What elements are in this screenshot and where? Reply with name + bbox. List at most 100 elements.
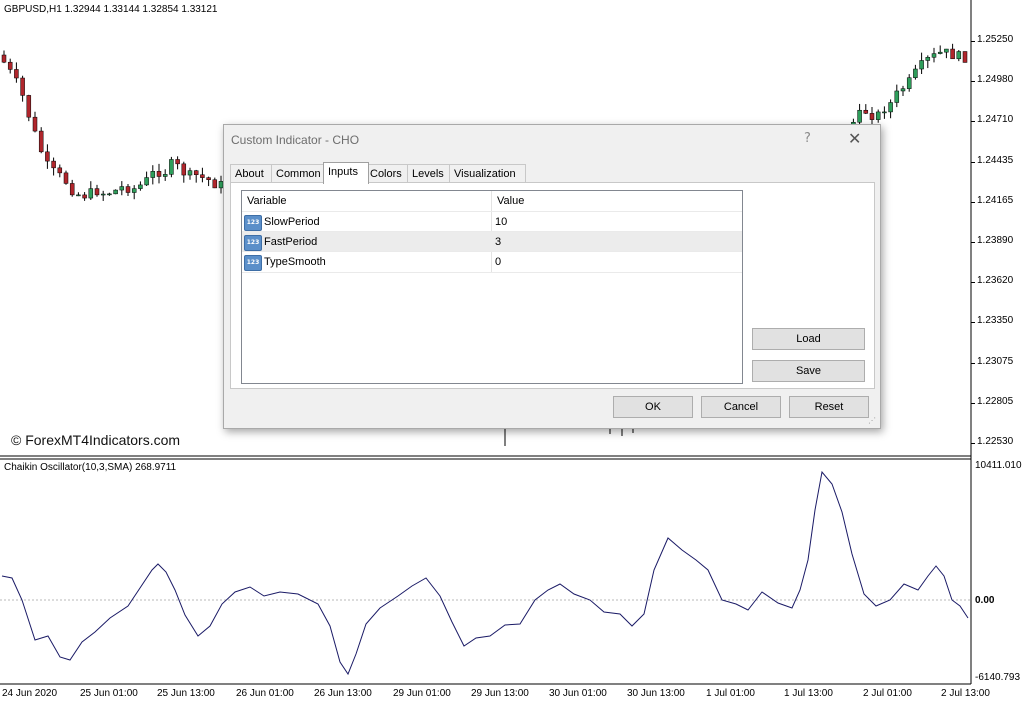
variable-name: TypeSmooth xyxy=(264,256,326,268)
candle-body xyxy=(200,174,205,178)
tab-common[interactable]: Common xyxy=(271,164,327,183)
candle-body xyxy=(882,111,887,114)
candle-body xyxy=(32,116,38,132)
tab-colors[interactable]: Colors xyxy=(365,164,411,183)
integer-type-icon: 123 xyxy=(244,215,262,231)
price-axis-tick xyxy=(971,443,975,444)
candle-body xyxy=(94,188,100,196)
price-axis-tick xyxy=(971,402,975,404)
tab-levels[interactable]: Levels xyxy=(407,164,453,183)
time-axis-label: 26 Jun 13:00 xyxy=(314,688,372,699)
indicator-header: Chaikin Oscillator(10,3,SMA) 268.9711 xyxy=(4,462,177,473)
load-button[interactable]: Load xyxy=(752,328,865,350)
time-axis-label: 1 Jul 13:00 xyxy=(784,688,833,699)
time-axis-label: 29 Jun 01:00 xyxy=(393,688,451,699)
price-axis-tick xyxy=(971,362,975,364)
inputs-panel: Variable Value 123 SlowPeriod 10 123 Fas… xyxy=(230,182,875,389)
save-button[interactable]: Save xyxy=(752,360,865,382)
dialog-title: Custom Indicator - CHO xyxy=(231,133,360,147)
time-axis-label: 25 Jun 13:00 xyxy=(157,688,215,699)
price-axis-tick xyxy=(971,242,975,243)
integer-type-icon: 123 xyxy=(244,235,262,251)
candle-body xyxy=(138,184,143,189)
candle-body xyxy=(69,183,75,196)
table-row[interactable]: 123 SlowPeriod 10 xyxy=(242,211,742,232)
tab-about[interactable]: About xyxy=(230,164,275,183)
indicator-axis-min: -6140.793 xyxy=(975,672,1021,683)
price-axis-tick xyxy=(971,201,975,203)
column-header-value[interactable]: Value xyxy=(497,191,524,211)
indicator-axis-zero: 0.00 xyxy=(975,595,995,606)
candle-body xyxy=(925,57,931,61)
candle-body xyxy=(894,90,900,103)
candle-body xyxy=(950,48,955,60)
price-axis-label: 1.23890 xyxy=(977,235,1014,246)
price-axis-label: 1.24710 xyxy=(977,114,1014,126)
indicator-axis-max: 10411.010 xyxy=(975,460,1022,471)
candle-body xyxy=(193,170,199,175)
candle-body xyxy=(931,53,937,58)
tab-visualization[interactable]: Visualization xyxy=(449,164,526,183)
candle-body xyxy=(175,159,180,165)
table-row[interactable]: 123 TypeSmooth 0 xyxy=(242,251,742,273)
candle-body xyxy=(857,109,862,123)
candle-body xyxy=(169,159,174,175)
time-axis-label: 26 Jun 01:00 xyxy=(236,688,294,699)
variable-name: FastPeriod xyxy=(264,236,318,248)
variable-value[interactable]: 10 xyxy=(495,212,507,232)
candle-body xyxy=(107,193,112,196)
cancel-button[interactable]: Cancel xyxy=(701,396,781,418)
candle-body xyxy=(150,171,156,178)
candle-body xyxy=(125,186,131,193)
ok-button[interactable]: OK xyxy=(613,396,693,418)
candle-body xyxy=(875,111,881,120)
candle-body xyxy=(20,77,25,96)
candle-body xyxy=(113,189,118,195)
help-icon[interactable]: ? xyxy=(804,131,811,146)
price-axis-label: 1.23075 xyxy=(977,355,1014,367)
candle-body xyxy=(144,177,149,186)
time-axis-label: 30 Jun 01:00 xyxy=(549,688,607,699)
variable-name: SlowPeriod xyxy=(264,216,320,228)
time-axis-label: 24 Jun 2020 xyxy=(2,688,58,699)
candle-body xyxy=(38,130,44,153)
candle-body xyxy=(956,51,962,60)
candle-body xyxy=(944,48,949,53)
candle-body xyxy=(88,188,94,199)
price-axis-label: 1.24435 xyxy=(977,154,1014,166)
price-axis-label: 1.22805 xyxy=(977,395,1014,407)
inputs-table[interactable]: Variable Value 123 SlowPeriod 10 123 Fas… xyxy=(241,190,743,384)
column-header-variable[interactable]: Variable xyxy=(247,191,287,211)
variable-value[interactable]: 0 xyxy=(495,252,501,272)
candle-body xyxy=(45,151,50,162)
watermark: © ForexMT4Indicators.com xyxy=(11,432,181,448)
candle-body xyxy=(131,188,137,193)
price-axis-tick xyxy=(971,41,975,42)
candle-body xyxy=(913,68,918,78)
time-axis-label: 29 Jun 13:00 xyxy=(471,688,529,699)
price-axis-label: 1.25250 xyxy=(977,34,1014,45)
price-axis-tick xyxy=(971,322,975,324)
price-axis-tick xyxy=(971,161,975,163)
price-axis-tick xyxy=(971,121,975,123)
variable-value[interactable]: 3 xyxy=(495,232,501,252)
candle-body xyxy=(63,172,69,184)
candle-body xyxy=(14,69,19,79)
candle-body xyxy=(82,194,87,199)
candle-body xyxy=(888,102,893,113)
close-icon[interactable]: ✕ xyxy=(848,129,861,148)
candle-body xyxy=(119,186,125,191)
price-axis-label: 1.23620 xyxy=(977,275,1014,287)
candle-body xyxy=(51,160,56,169)
price-axis-tick xyxy=(971,282,975,284)
candle-body xyxy=(919,60,924,70)
table-row[interactable]: 123 FastPeriod 3 xyxy=(242,231,742,252)
candle-body xyxy=(187,170,193,176)
resize-grip-icon[interactable]: ⋰ xyxy=(868,416,876,425)
reset-button[interactable]: Reset xyxy=(789,396,869,418)
tab-inputs[interactable]: Inputs xyxy=(323,162,369,184)
candle-body xyxy=(900,88,906,92)
candle-body xyxy=(57,167,63,174)
time-axis-label: 25 Jun 01:00 xyxy=(80,688,138,699)
candle-body xyxy=(76,194,81,197)
